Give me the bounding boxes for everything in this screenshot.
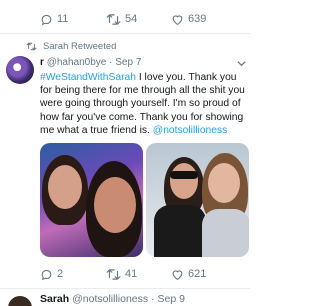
handle[interactable]: @notsolillioness: [72, 293, 148, 305]
tweet-date[interactable]: Sep 9: [157, 293, 184, 305]
photo-sunglasses: [170, 171, 198, 179]
retweet-button[interactable]: 54: [106, 12, 137, 26]
photo-person-face: [208, 163, 240, 203]
separator: ·: [151, 293, 155, 305]
photo-person-shirt: [154, 205, 206, 257]
separator: ·: [109, 57, 113, 68]
like-count: 639: [188, 13, 207, 25]
tweet-divider: [0, 288, 250, 289]
top-action-bar: 11 54 639: [0, 12, 250, 30]
display-name[interactable]: r: [40, 57, 44, 68]
tweet-action-bar: 2 41 621: [0, 267, 250, 285]
display-name[interactable]: Sarah: [40, 293, 69, 305]
like-button[interactable]: 639: [171, 12, 206, 26]
photo-person-face: [48, 165, 82, 209]
reply-count: 2: [57, 268, 64, 280]
retweet-icon: [26, 42, 37, 51]
hashtag-link[interactable]: #WeStandWithSarah: [40, 72, 136, 83]
reply-icon: [41, 14, 52, 25]
retweet-icon: [106, 13, 121, 25]
tweet-date[interactable]: Sep 7: [115, 57, 141, 68]
heart-icon: [172, 14, 183, 25]
retweet-count: 41: [125, 268, 138, 280]
like-count: 621: [188, 268, 207, 280]
reply-button[interactable]: 2: [40, 267, 63, 281]
tweet-header: r @hahan0bye · Sep 7: [40, 57, 246, 68]
reply-count: 11: [57, 13, 69, 25]
chevron-down-icon[interactable]: [237, 59, 246, 68]
heart-icon: [172, 269, 183, 280]
handle[interactable]: @hahan0bye: [47, 57, 107, 68]
retweeted-text: Sarah Retweeted: [43, 41, 117, 52]
tweet-photo-selfie[interactable]: [40, 143, 143, 257]
photo-person-face: [94, 177, 136, 233]
avatar[interactable]: [6, 56, 34, 84]
tweet-photo-friends[interactable]: [146, 143, 249, 257]
retweet-button[interactable]: 41: [106, 267, 137, 281]
reply-icon: [41, 269, 52, 280]
tweet-text: #WeStandWithSarah I love you. Thank you …: [40, 71, 247, 137]
retweeted-by-label[interactable]: Sarah Retweeted: [26, 41, 116, 52]
mention-link[interactable]: @notsolillioness: [153, 125, 228, 136]
photo-person-shirt: [202, 209, 249, 257]
retweet-icon: [106, 268, 121, 280]
next-tweet-header: Sarah @notsolillioness · Sep 9: [40, 293, 185, 305]
reply-button[interactable]: 11: [40, 12, 68, 26]
like-button[interactable]: 621: [171, 267, 206, 281]
avatar[interactable]: [8, 296, 32, 306]
tweet-divider: [0, 33, 250, 34]
photo-person-face: [170, 163, 198, 199]
retweet-count: 54: [125, 13, 138, 25]
